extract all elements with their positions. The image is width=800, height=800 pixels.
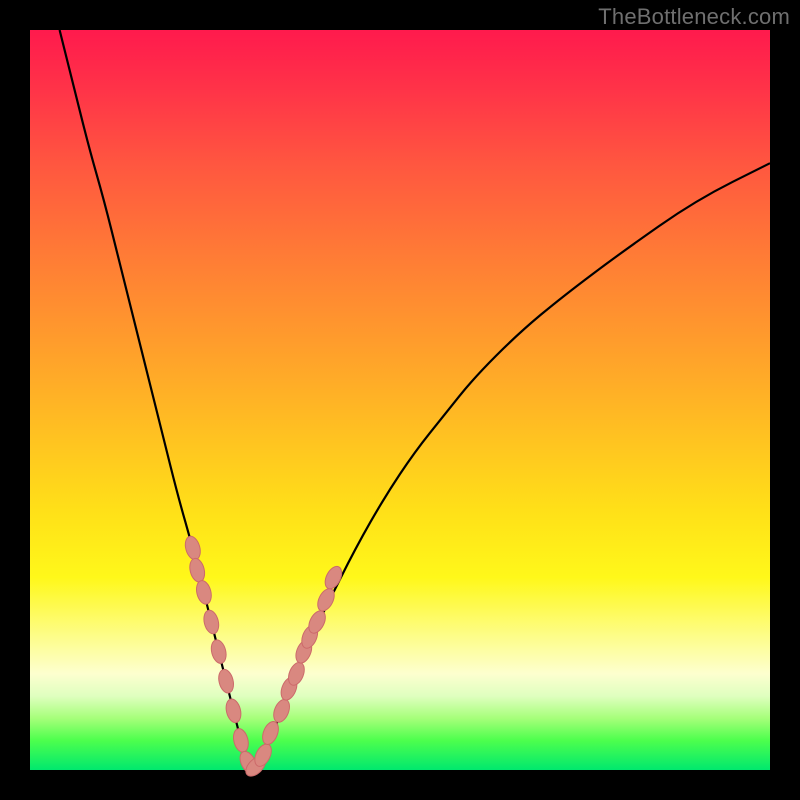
plot-area — [30, 30, 770, 770]
curve-marker — [260, 719, 282, 746]
bottleneck-curve — [60, 30, 770, 768]
curve-marker — [209, 638, 228, 665]
marker-group — [183, 535, 345, 780]
chart-frame: TheBottleneck.com — [0, 0, 800, 800]
curve-marker — [271, 697, 293, 724]
curve-marker — [194, 579, 213, 606]
curve-marker — [224, 697, 243, 724]
curve-marker — [202, 609, 221, 636]
curve-marker — [183, 535, 203, 562]
curve-marker — [188, 557, 207, 584]
curve-marker — [231, 727, 250, 754]
chart-svg — [30, 30, 770, 770]
watermark-text: TheBottleneck.com — [598, 4, 790, 30]
curve-marker — [216, 668, 235, 695]
